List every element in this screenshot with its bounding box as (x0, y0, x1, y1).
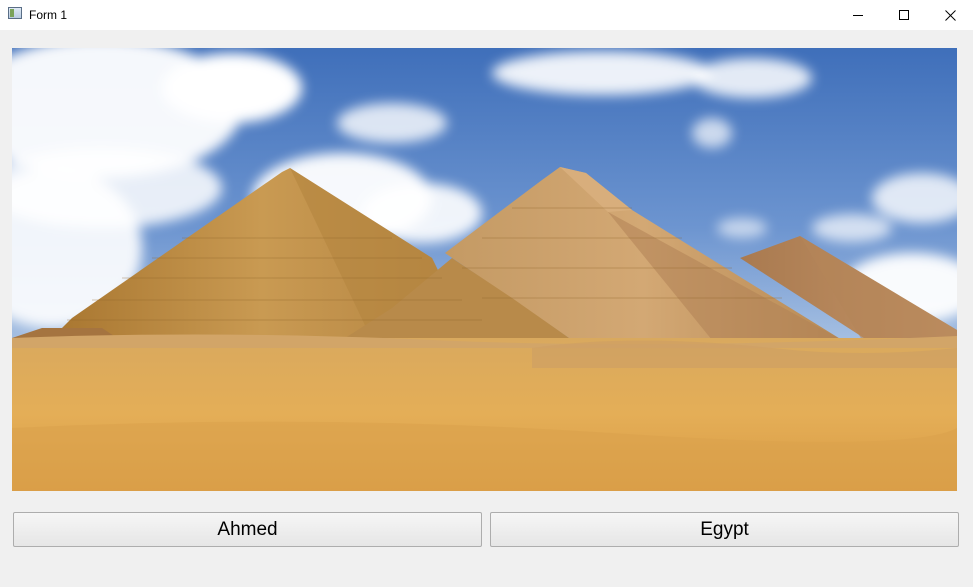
form-app-icon[interactable] (8, 7, 22, 19)
ahmed-button[interactable]: Ahmed (13, 512, 482, 547)
title-bar[interactable]: Form 1 (0, 0, 973, 30)
window-title: Form 1 (29, 8, 68, 22)
maximize-button[interactable] (881, 0, 927, 30)
minimize-icon (853, 15, 863, 16)
form-window: Form 1 Ahmed Egypt (0, 0, 973, 587)
close-button[interactable] (927, 0, 973, 30)
pyramids-photo (12, 48, 957, 491)
egypt-button[interactable]: Egypt (490, 512, 959, 547)
close-icon (944, 9, 956, 21)
pyramids-picture-box (12, 48, 957, 491)
minimize-button[interactable] (835, 0, 881, 30)
maximize-icon (899, 10, 909, 20)
